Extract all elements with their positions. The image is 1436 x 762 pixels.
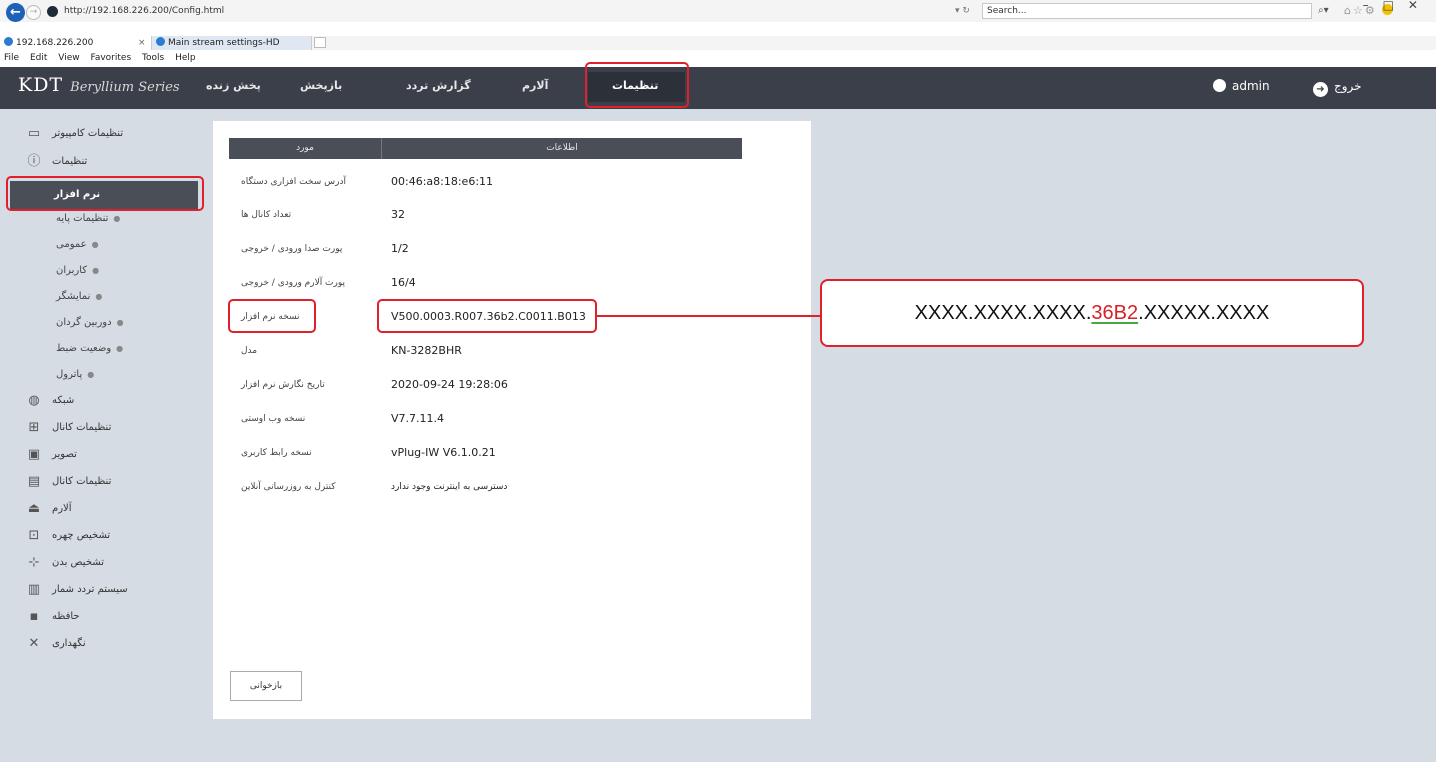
sidebar-item-storage[interactable]: ▪ حافظه <box>10 604 200 630</box>
logout-button[interactable]: ➜ خروج <box>1313 79 1362 97</box>
nav-report[interactable]: گزارش تردد <box>406 79 471 92</box>
sidebar-sub-ptz[interactable]: دوربین گردان ● <box>56 310 124 336</box>
sidebar-item-alarm[interactable]: ⏏ آلارم <box>10 496 200 522</box>
tab-main-stream[interactable]: Main stream settings-HD Enco... <box>152 36 312 62</box>
image-icon: ▣ <box>27 447 41 462</box>
brand-logo: KDT Beryllium Series <box>18 74 180 96</box>
face-icon: ⊡ <box>28 528 40 543</box>
table-row: نسخه وب اوستی V7.7.11.4 <box>241 412 445 425</box>
display-icon: ▤ <box>27 474 41 489</box>
address-bar[interactable]: http://192.168.226.200/Config.html <box>62 3 967 19</box>
sidebar-item-maintenance[interactable]: ✕ نگهداری <box>10 631 200 657</box>
sidebar-item-image[interactable]: ▣ تصویر <box>10 442 200 468</box>
new-tab-icon[interactable] <box>314 37 326 48</box>
site-icon <box>47 6 58 17</box>
sidebar-item-channel-settings[interactable]: ⊞ تنظیمات کانال <box>10 415 200 441</box>
menu-view[interactable]: View <box>58 53 79 63</box>
network-icon: ⊞ <box>28 420 40 435</box>
chart-icon: ▥ <box>27 582 41 597</box>
table-row: نسخه رابط کاربری vPlug-IW V6.1.0.21 <box>241 446 496 459</box>
tab-current[interactable]: 192.168.226.200 × <box>0 36 152 50</box>
browser-toolbar: ← → http://192.168.226.200/Config.html ▾… <box>0 0 1436 22</box>
back-arrow-icon[interactable]: ← <box>6 3 25 22</box>
window-controls[interactable]: –□✕ <box>1363 0 1432 12</box>
menu-favorites[interactable]: Favorites <box>90 53 131 63</box>
table-row: پورت صدا ورودی / خروجی 1/2 <box>241 242 409 255</box>
menu-edit[interactable]: Edit <box>30 53 47 63</box>
user-menu[interactable]: admin <box>1213 79 1270 93</box>
sidebar-item-settings[interactable]: ⓘ تنظیمات <box>10 149 200 175</box>
nav-alarm[interactable]: آلارم <box>522 79 548 92</box>
sidebar-sub-patrol[interactable]: پاترول ● <box>56 362 94 388</box>
menu-help[interactable]: Help <box>175 53 196 63</box>
sidebar-item-body-detect[interactable]: ⊹ تشخیص بدن <box>10 550 200 576</box>
table-row: پورت آلارم ورودی / خروجی 16/4 <box>241 276 416 289</box>
info-icon: ⓘ <box>27 154 41 169</box>
table-header: مورد اطلاعات <box>229 138 742 159</box>
menu-tools[interactable]: Tools <box>142 53 164 63</box>
annotation-box-firmware-value <box>377 299 597 333</box>
nav-playback[interactable]: بازپخش <box>300 79 342 92</box>
sidebar-sub-general[interactable]: عمومی ● <box>56 232 99 258</box>
col-item-header: مورد <box>229 138 382 159</box>
monitor-icon: ▭ <box>27 126 41 141</box>
sidebar-item-channel-display[interactable]: ▤ تنظیمات کانال <box>10 469 200 495</box>
sidebar-sub-display[interactable]: نمایشگر ● <box>56 284 102 310</box>
menu-file[interactable]: File <box>4 53 19 63</box>
annotation-callout: XXXX.XXXX.XXXX.36B2.XXXXX.XXXX <box>820 279 1364 347</box>
col-info-header: اطلاعات <box>546 143 578 153</box>
globe-icon: ◍ <box>28 393 40 408</box>
tab-ie-icon <box>156 37 165 46</box>
reload-button[interactable]: بازخوانی <box>230 671 302 701</box>
search-input[interactable]: Search... <box>982 3 1312 19</box>
search-icon[interactable]: ⌕▾ <box>1318 3 1329 19</box>
user-icon <box>1213 79 1226 92</box>
annotation-box-software-menu <box>6 176 204 211</box>
logout-icon: ➜ <box>1313 82 1328 97</box>
tab-strip: 192.168.226.200 × Main stream settings-HD… <box>0 36 1436 62</box>
alarm-icon: ⏏ <box>27 501 41 516</box>
body-icon: ⊹ <box>28 555 40 570</box>
sidebar-item-face-detect[interactable]: ⊡ تشخیص چهره <box>10 523 200 549</box>
forward-arrow-icon[interactable]: → <box>26 5 41 20</box>
table-row: آدرس سخت افزاری دستگاه 00:46:a8:18:e6:11 <box>241 175 494 188</box>
nav-live[interactable]: پخش زنده <box>206 79 261 92</box>
menu-bar: File Edit View Favorites Tools Help <box>0 50 1436 66</box>
sidebar-item-pc-settings[interactable]: ▭ تنظیمات کامپیوتر <box>10 121 200 147</box>
refresh-icon[interactable]: ▾ ↻ <box>955 3 970 19</box>
save-icon: ▪ <box>29 609 39 624</box>
sidebar-sub-record-status[interactable]: وضعیت ضبط ● <box>56 336 123 362</box>
annotation-box-firmware-label <box>228 299 316 333</box>
table-row: تاریخ نگارش نرم افزار 2020-09-24 19:28:06 <box>241 378 508 391</box>
tools-icon: ✕ <box>28 636 40 651</box>
sidebar-item-network[interactable]: ◍ شبکه <box>10 388 200 414</box>
annotation-connector-line <box>597 315 821 317</box>
callout-highlight: 36B2 <box>1091 302 1139 324</box>
close-tab-icon[interactable]: × <box>138 36 146 50</box>
table-row: مدل KN-3282BHR <box>241 344 462 357</box>
sidebar-sub-users[interactable]: کاربران ● <box>56 258 99 284</box>
sidebar-item-people-counter[interactable]: ▥ سیستم تردد شمار <box>10 577 200 603</box>
annotation-box-settings-tab <box>585 62 689 108</box>
app-header: KDT Beryllium Series پخش زنده بازپخش گزا… <box>0 67 1436 109</box>
table-row: تعداد کانال ها 32 <box>241 208 405 221</box>
table-row: کنترل به روزرسانی آنلاین دسترسی به اینترن… <box>241 482 508 492</box>
tab-site-icon <box>4 37 13 46</box>
